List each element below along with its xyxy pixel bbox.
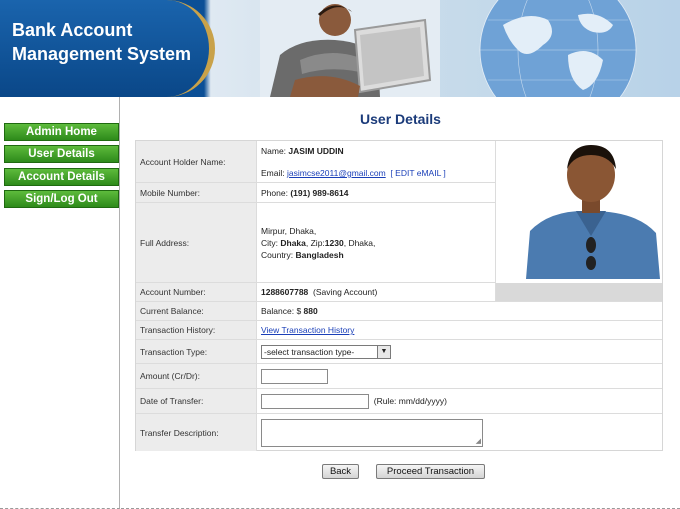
country-value: Bangladesh xyxy=(295,249,344,260)
city-value: Dhaka xyxy=(280,237,306,248)
main-content: User Details Account Holder Name: Name: … xyxy=(121,97,680,509)
nav-sign-log-out[interactable]: Sign/Log Out xyxy=(4,190,119,208)
amount-value xyxy=(258,364,662,388)
banner-globe-image xyxy=(479,0,637,97)
zip-prefix: , Zip: xyxy=(305,237,325,248)
email-link[interactable]: jasimcse2011@gmail.com xyxy=(287,168,386,178)
date-rule: (Rule: mm/dd/yyyy) xyxy=(373,396,447,406)
email-prefix: Email: xyxy=(261,168,285,178)
description-value: ◢ xyxy=(258,414,662,451)
row-date: Date of Transfer: (Rule: mm/dd/yyyy) xyxy=(136,389,662,414)
holder-name: JASIM UDDIN xyxy=(288,146,344,156)
user-photo xyxy=(524,145,660,279)
city-prefix: City: xyxy=(261,237,278,248)
address-line1: Mirpur, Dhaka, xyxy=(261,225,317,236)
nav-admin-home[interactable]: Admin Home xyxy=(4,123,119,141)
header-banner: Bank Account Management System xyxy=(0,0,680,97)
zip-value: 1230 xyxy=(324,237,344,248)
phone-prefix: Phone: xyxy=(261,187,288,198)
balance-value: Balance: $ 880 xyxy=(258,302,662,320)
user-details-table: Account Holder Name: Name: JASIM UDDIN E… xyxy=(135,140,663,451)
gray-filler-cell xyxy=(495,283,662,301)
label-history: Transaction History: xyxy=(136,321,257,339)
name-line: Name: JASIM UDDIN xyxy=(261,146,344,156)
label-amount: Amount (Cr/Dr): xyxy=(136,364,257,388)
label-account-number: Account Number: xyxy=(136,283,257,301)
user-photo-cell xyxy=(495,141,662,283)
edit-email-link[interactable]: [ EDIT eMAIL ] xyxy=(390,168,445,178)
back-button[interactable]: Back xyxy=(322,464,359,479)
address-value: Mirpur, Dhaka, City: Dhaka, Zip:1230, Dh… xyxy=(258,203,495,282)
nav-account-details[interactable]: Account Details xyxy=(4,168,119,186)
resize-grip-icon[interactable]: ◢ xyxy=(476,438,481,445)
balance-amount: 880 xyxy=(303,306,318,316)
country-prefix: Country: xyxy=(261,249,294,260)
account-type: (Saving Account) xyxy=(313,287,378,297)
amount-input[interactable] xyxy=(261,368,328,384)
account-number: 1288607788 xyxy=(261,287,309,297)
date-input[interactable] xyxy=(261,393,369,409)
left-nav: Admin Home User Details Account Details … xyxy=(0,97,120,509)
row-amount: Amount (Cr/Dr): xyxy=(136,364,662,389)
transaction-type-value: -select transaction type- ▼ xyxy=(258,340,662,363)
description-textarea[interactable]: ◢ xyxy=(261,418,483,447)
label-mobile: Mobile Number: xyxy=(136,183,257,202)
mobile-value: Phone: (191) 989-8614 xyxy=(258,183,495,202)
proceed-transaction-button[interactable]: Proceed Transaction xyxy=(376,464,485,479)
app-title-line2: Management System xyxy=(12,44,192,64)
name-prefix: Name: xyxy=(261,146,287,156)
account-number-value: 1288607788 (Saving Account) xyxy=(258,283,495,301)
holder-values: Name: JASIM UDDIN Email: jasimcse2011@gm… xyxy=(258,141,495,182)
phone-number: (191) 989-8614 xyxy=(290,187,349,198)
transaction-type-selected: -select transaction type- xyxy=(264,346,355,357)
row-balance: Current Balance: Balance: $ 880 xyxy=(136,302,662,321)
address-line3: Country: Bangladesh xyxy=(261,249,344,261)
label-account-holder: Account Holder Name: xyxy=(136,141,257,182)
app-title: Bank Account Management System xyxy=(12,18,191,66)
row-account-number: Account Number: 1288607788 (Saving Accou… xyxy=(136,283,662,302)
label-date: Date of Transfer: xyxy=(136,389,257,413)
chevron-down-icon[interactable]: ▼ xyxy=(377,345,390,358)
label-description: Transfer Description: xyxy=(136,414,257,451)
app-title-line1: Bank Account xyxy=(12,20,133,40)
label-transaction-type: Transaction Type: xyxy=(136,340,257,363)
transaction-type-select[interactable]: -select transaction type- ▼ xyxy=(261,344,391,359)
row-history: Transaction History: View Transaction Hi… xyxy=(136,321,662,340)
email-line: Email: jasimcse2011@gmail.com [ EDIT eMA… xyxy=(261,168,446,178)
address-line2: City: Dhaka, Zip:1230, Dhaka, xyxy=(261,237,375,249)
row-transaction-type: Transaction Type: -select transaction ty… xyxy=(136,340,662,364)
city-suffix: , Dhaka, xyxy=(343,237,376,248)
history-value: View Transaction History xyxy=(258,321,662,339)
balance-prefix: Balance: $ xyxy=(261,306,302,316)
date-value: (Rule: mm/dd/yyyy) xyxy=(258,389,662,413)
view-history-link[interactable]: View Transaction History xyxy=(261,325,354,335)
banner-person-image xyxy=(260,0,440,97)
nav-user-details[interactable]: User Details xyxy=(4,145,119,163)
banner-title-panel: Bank Account Management System xyxy=(0,0,215,97)
row-description: Transfer Description: ◢ xyxy=(136,414,662,451)
label-address: Full Address: xyxy=(136,203,257,282)
page-title: User Details xyxy=(360,111,441,127)
label-balance: Current Balance: xyxy=(136,302,257,320)
